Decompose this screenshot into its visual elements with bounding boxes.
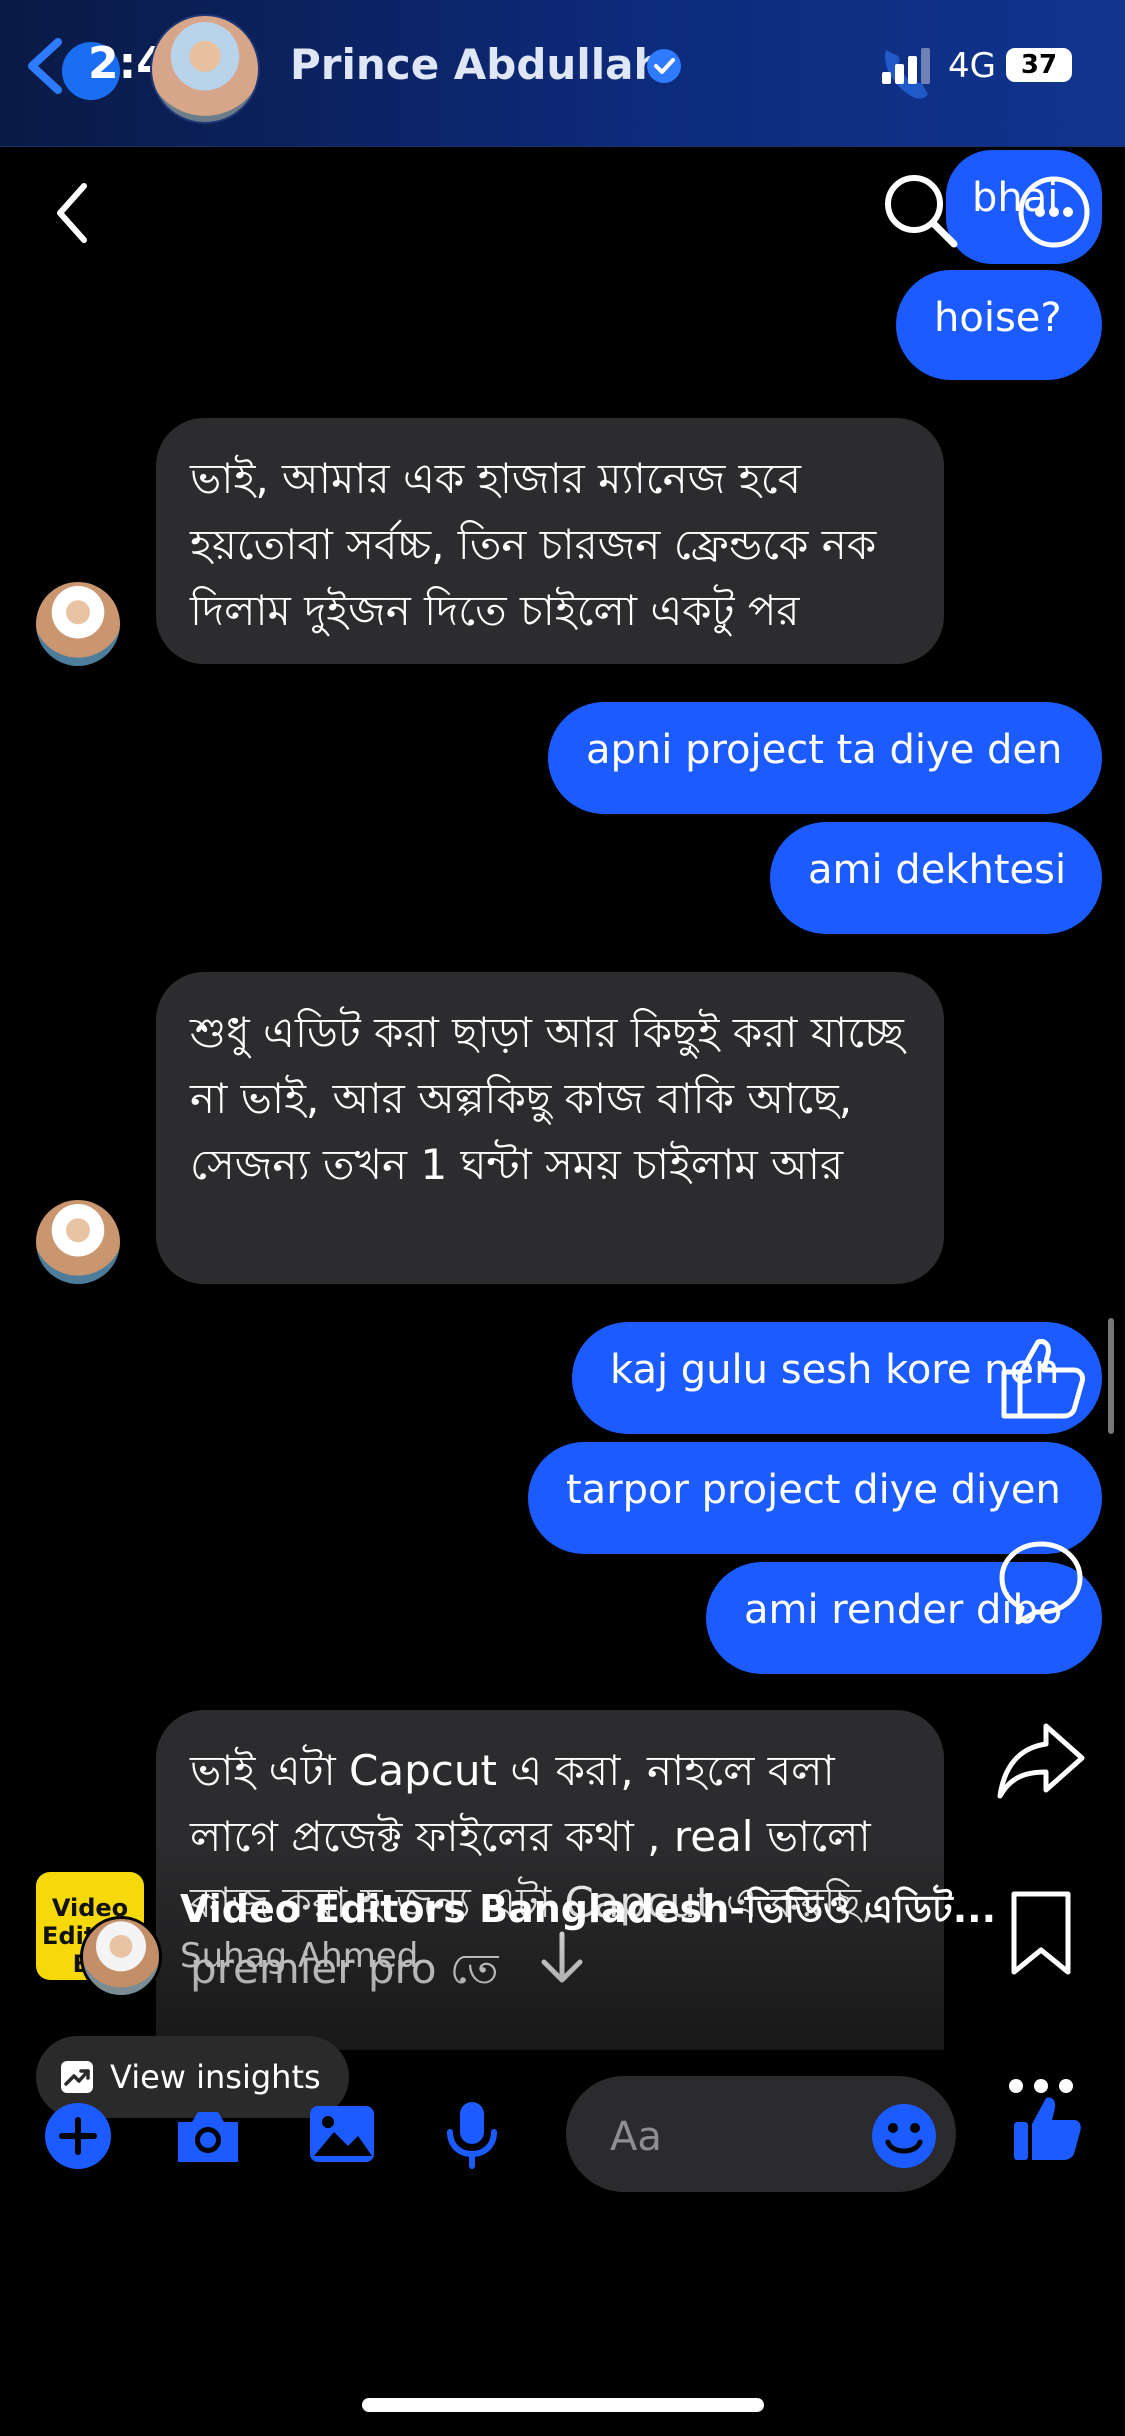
camera-icon[interactable] xyxy=(172,2100,244,2172)
save-bookmark-icon[interactable] xyxy=(996,1888,1086,1978)
microphone-icon[interactable] xyxy=(436,2098,508,2170)
message-incoming[interactable]: শুধু এডিট করা ছাড়া আর কিছুই করা যাচ্ছে … xyxy=(156,972,944,1284)
scroll-indicator xyxy=(1108,1318,1114,1434)
share-icon[interactable] xyxy=(996,1716,1086,1806)
comment-icon[interactable] xyxy=(996,1536,1086,1626)
contact-avatar[interactable] xyxy=(150,14,260,124)
verified-badge-icon xyxy=(647,49,681,83)
page-name[interactable]: Video Editors Bangladesh-ভিডিও এডিট... xyxy=(180,1880,996,1944)
poster-avatar[interactable] xyxy=(80,1916,162,1998)
poster-name[interactable]: Suhag Ahmed xyxy=(180,1936,418,1976)
view-insights-label: View insights xyxy=(110,2058,321,2096)
search-icon[interactable] xyxy=(880,170,960,250)
cellular-signal-icon xyxy=(882,48,930,84)
add-icon[interactable] xyxy=(42,2100,114,2172)
battery-level: 37 xyxy=(1006,48,1072,82)
caption-scrim xyxy=(0,1840,1125,2050)
back-chevron-icon[interactable] xyxy=(22,36,66,96)
thumbs-up-send-icon[interactable] xyxy=(1010,2092,1082,2164)
like-icon[interactable] xyxy=(996,1332,1086,1422)
gallery-icon[interactable] xyxy=(306,2098,378,2170)
message-outgoing[interactable]: apni project ta diye den xyxy=(548,702,1102,814)
sender-avatar[interactable] xyxy=(36,1200,120,1284)
contact-name[interactable]: Prince Abdullah xyxy=(290,40,663,89)
network-type: 4G xyxy=(948,46,996,86)
message-outgoing[interactable]: ami dekhtesi xyxy=(770,822,1102,934)
emoji-icon[interactable] xyxy=(868,2100,940,2172)
reel-back-icon[interactable] xyxy=(52,180,92,246)
message-outgoing[interactable]: hoise? xyxy=(896,270,1102,380)
home-indicator[interactable] xyxy=(362,2398,764,2412)
message-incoming[interactable]: ভাই, আমার এক হাজার ম্যানেজ হবে হয়তোবা স… xyxy=(156,418,944,664)
trending-up-icon xyxy=(61,2061,93,2093)
more-options-icon[interactable] xyxy=(1016,174,1092,250)
sender-avatar[interactable] xyxy=(36,582,120,666)
